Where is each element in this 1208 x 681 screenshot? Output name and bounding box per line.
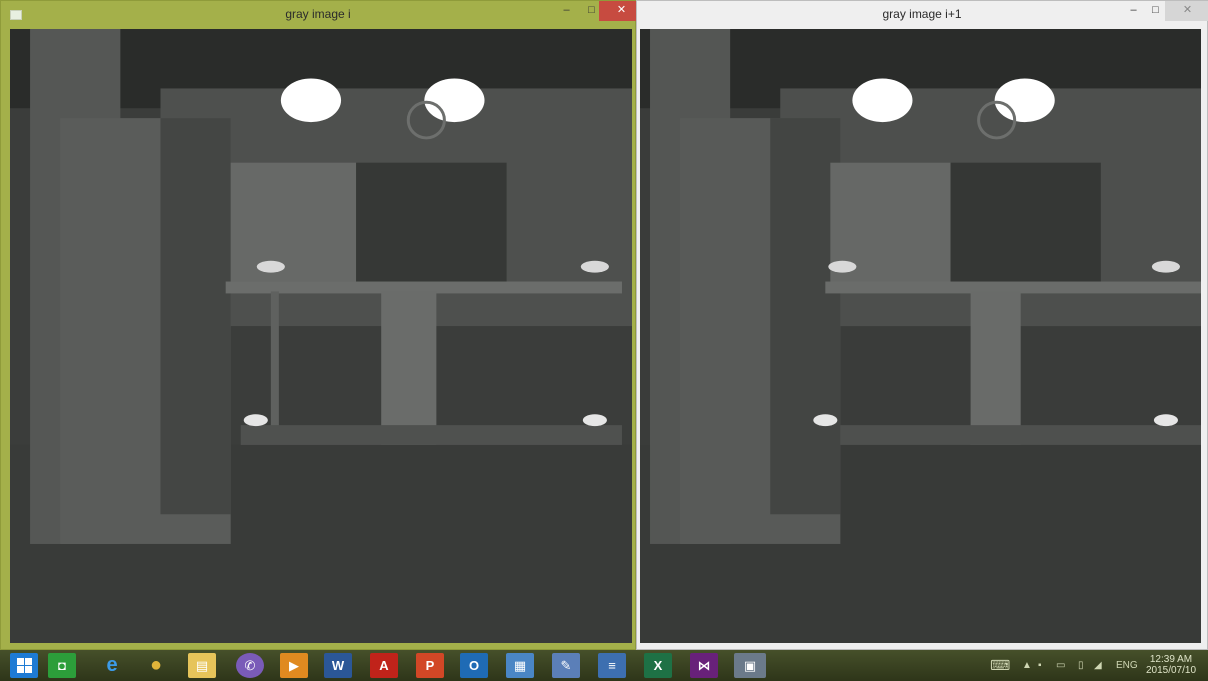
chrome-icon: ● xyxy=(149,654,163,676)
viber-app[interactable]: ✆ xyxy=(236,653,264,678)
title-bar[interactable]: gray image i+1 – □ ✕ xyxy=(637,1,1208,29)
tray-display-icon[interactable]: ▭ xyxy=(1056,650,1065,681)
paint-app[interactable]: ✎ xyxy=(552,653,580,678)
start-button[interactable] xyxy=(10,653,38,678)
clock-date: 2015/07/10 xyxy=(1145,665,1197,676)
powerpoint-app[interactable]: P xyxy=(416,653,444,678)
visual-studio-app[interactable]: ⋈ xyxy=(690,653,718,678)
paint-icon: ✎ xyxy=(560,657,572,673)
image-view xyxy=(640,29,1201,643)
store-app[interactable]: ◘ xyxy=(48,653,76,678)
ie-icon: e xyxy=(106,654,118,676)
outlook-icon: O xyxy=(468,658,480,673)
window-title: gray image i xyxy=(285,7,351,21)
clock-time: 12:39 AM xyxy=(1149,654,1193,665)
store-icon: ◘ xyxy=(58,658,66,673)
word-icon: W xyxy=(331,658,345,673)
gray-image xyxy=(640,29,1201,643)
opencv-window-app[interactable]: ▣ xyxy=(734,653,766,678)
clock[interactable]: 12:39 AM 2015/07/10 xyxy=(1140,654,1202,676)
powerpoint-icon: P xyxy=(425,658,435,673)
pdf-app[interactable]: A xyxy=(370,653,398,678)
minimize-button[interactable]: – xyxy=(554,1,579,21)
file-explorer-app[interactable]: ▤ xyxy=(188,653,216,678)
keyboard-icon[interactable]: ⌨ xyxy=(990,650,1010,681)
photo-app[interactable]: ▦ xyxy=(506,653,534,678)
show-hidden-icons-button[interactable]: ▲ xyxy=(1022,650,1032,681)
outlook-app[interactable]: O xyxy=(460,653,488,678)
image-view xyxy=(10,29,632,643)
close-button[interactable]: ✕ xyxy=(1165,1,1208,21)
language-indicator[interactable]: ENG xyxy=(1116,650,1138,681)
chrome-app[interactable]: ● xyxy=(142,653,170,678)
window-icon: ▣ xyxy=(743,657,757,673)
notepad-icon: ≡ xyxy=(608,658,616,673)
pdf-icon: A xyxy=(379,658,389,673)
excel-icon: X xyxy=(653,658,663,673)
taskbar: ◘ e ● ▤ ✆ ▶ W A P O ▦ ✎ ≡ X ⋈ ▣ ⌨ ▲ ▪ ▭ … xyxy=(0,650,1208,681)
window-gray-image-i-plus-1[interactable]: gray image i+1 – □ ✕ xyxy=(636,0,1208,650)
viber-icon: ✆ xyxy=(244,657,256,673)
media-icon: ▶ xyxy=(289,657,299,673)
battery-icon[interactable]: ▯ xyxy=(1078,650,1084,681)
media-app[interactable]: ▶ xyxy=(280,653,308,678)
folder-icon: ▤ xyxy=(195,657,209,673)
gray-image xyxy=(10,29,632,643)
tray-windows-icon[interactable]: ▪ xyxy=(1038,650,1042,681)
signal-icon[interactable]: ◢ xyxy=(1094,650,1102,681)
visual-studio-icon: ⋈ xyxy=(697,657,711,673)
window-gray-image-i[interactable]: gray image i – □ ✕ xyxy=(0,0,644,650)
windows-logo-icon xyxy=(16,658,32,673)
word-app[interactable]: W xyxy=(324,653,352,678)
photo-viewer-icon: ▦ xyxy=(513,657,527,673)
title-bar[interactable]: gray image i – □ ✕ xyxy=(1,1,644,29)
excel-app[interactable]: X xyxy=(644,653,672,678)
notepad-app[interactable]: ≡ xyxy=(598,653,626,678)
internet-explorer-app[interactable]: e xyxy=(98,653,126,678)
